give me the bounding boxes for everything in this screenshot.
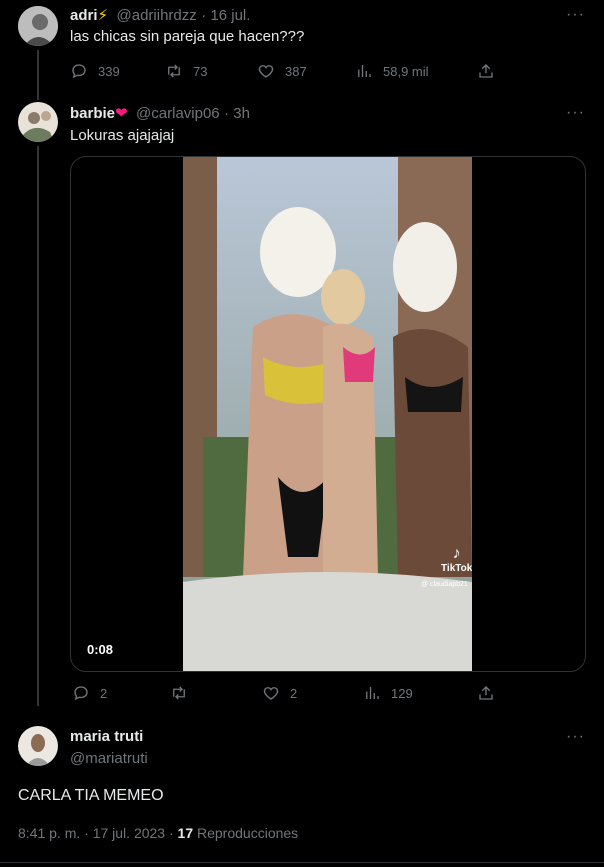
thread-line-2 xyxy=(37,146,39,706)
tweet3-timestamp[interactable]: 8:41 p. m. · 17 jul. 2023 · xyxy=(18,825,174,841)
tweet2-retweet-button[interactable] xyxy=(170,684,188,702)
tweet3-views-label: Reproducciones xyxy=(197,825,299,841)
share-icon xyxy=(479,64,493,78)
bar-chart-icon xyxy=(358,65,371,77)
retweet-icon xyxy=(173,686,185,700)
tweet2-views-button[interactable]: 129 xyxy=(363,684,413,702)
tweet1-share-button[interactable] xyxy=(477,62,495,80)
tweet3-text: CARLA TIA MEMEO xyxy=(18,787,164,804)
avatar-barbie[interactable] xyxy=(18,102,58,142)
tiktok-logo-icon: ♪ xyxy=(452,545,461,562)
tweet3-handle[interactable]: @mariatruti xyxy=(70,750,148,767)
tweet1-like-button[interactable]: 387 xyxy=(257,62,307,80)
tweet1-views-button[interactable]: 58,9 mil xyxy=(355,62,429,80)
reply-icon xyxy=(72,64,86,79)
tiktok-handle: @ claudiapb21 xyxy=(421,581,468,588)
tweet1-author-name[interactable]: adri xyxy=(70,7,98,24)
tweet1-like-count: 387 xyxy=(285,63,307,79)
retweet-icon xyxy=(168,64,180,78)
tweet2-more-icon[interactable]: ··· xyxy=(566,104,585,122)
tweet1-text: las chicas sin pareja que hacen??? xyxy=(70,28,305,45)
heart-icon xyxy=(258,65,274,78)
tweet1-date[interactable]: · 16 jul. xyxy=(201,7,250,24)
tiktok-watermark: ♪ TikTok xyxy=(441,545,472,574)
avatar-adri[interactable] xyxy=(18,6,58,46)
tweet2-reply-button[interactable]: 2 xyxy=(72,684,107,702)
tweet3-author-name[interactable]: maria truti xyxy=(70,728,143,745)
tweet2-date[interactable]: · 3h xyxy=(224,105,250,122)
reply-icon xyxy=(74,686,88,701)
video-duration: 0:08 xyxy=(87,642,114,657)
tweet1-header: adri⚡ @adriihrdzz · 16 jul. xyxy=(70,6,250,25)
share-icon xyxy=(479,686,493,700)
tweet1-handle[interactable]: @adriihrdzz xyxy=(117,7,197,24)
bolt-emoji-icon: ⚡ xyxy=(97,7,109,24)
video-thumbnail[interactable]: ♪ TikTok @ claudiapb21 xyxy=(183,157,472,671)
tweet2-like-button[interactable]: 2 xyxy=(262,684,297,702)
tweet2-like-count: 2 xyxy=(290,685,298,701)
tweet3-views-count: 17 xyxy=(177,825,194,841)
avatar-maria-truti[interactable] xyxy=(18,726,58,766)
tweet2-header: barbie❤ @carlavip06 · 3h xyxy=(70,104,250,123)
tweet2-video-player[interactable]: ♪ TikTok @ claudiapb21 0:08 xyxy=(70,156,586,672)
tweet2-share-button[interactable] xyxy=(477,684,495,702)
heart-icon xyxy=(263,687,279,700)
tweet2-author-name[interactable]: barbie xyxy=(70,105,115,122)
tiktok-label: TikTok xyxy=(441,563,472,574)
tweet1-reply-button[interactable]: 339 xyxy=(70,62,120,80)
tweet2-handle[interactable]: @carlavip06 xyxy=(136,105,220,122)
bar-chart-icon xyxy=(366,687,379,699)
tweet1-views-count: 58,9 mil xyxy=(383,63,429,79)
thread-line-1 xyxy=(37,50,39,100)
tweet1-retweet-button[interactable]: 73 xyxy=(165,62,207,80)
tweet2-views-count: 129 xyxy=(391,685,413,701)
tweet1-more-icon[interactable]: ··· xyxy=(566,6,585,24)
divider xyxy=(0,862,604,863)
tweet1-retweet-count: 73 xyxy=(193,63,208,79)
tweet2-reply-count: 2 xyxy=(100,685,108,701)
tweet3-more-icon[interactable]: ··· xyxy=(566,728,585,746)
tweet1-reply-count: 339 xyxy=(98,63,120,79)
tweet2-text: Lokuras ajajajaj xyxy=(70,127,175,144)
tweet3-meta: 8:41 p. m. · 17 jul. 2023 · 17 Reproducc… xyxy=(18,825,298,841)
heart-emoji-icon: ❤ xyxy=(115,105,128,122)
